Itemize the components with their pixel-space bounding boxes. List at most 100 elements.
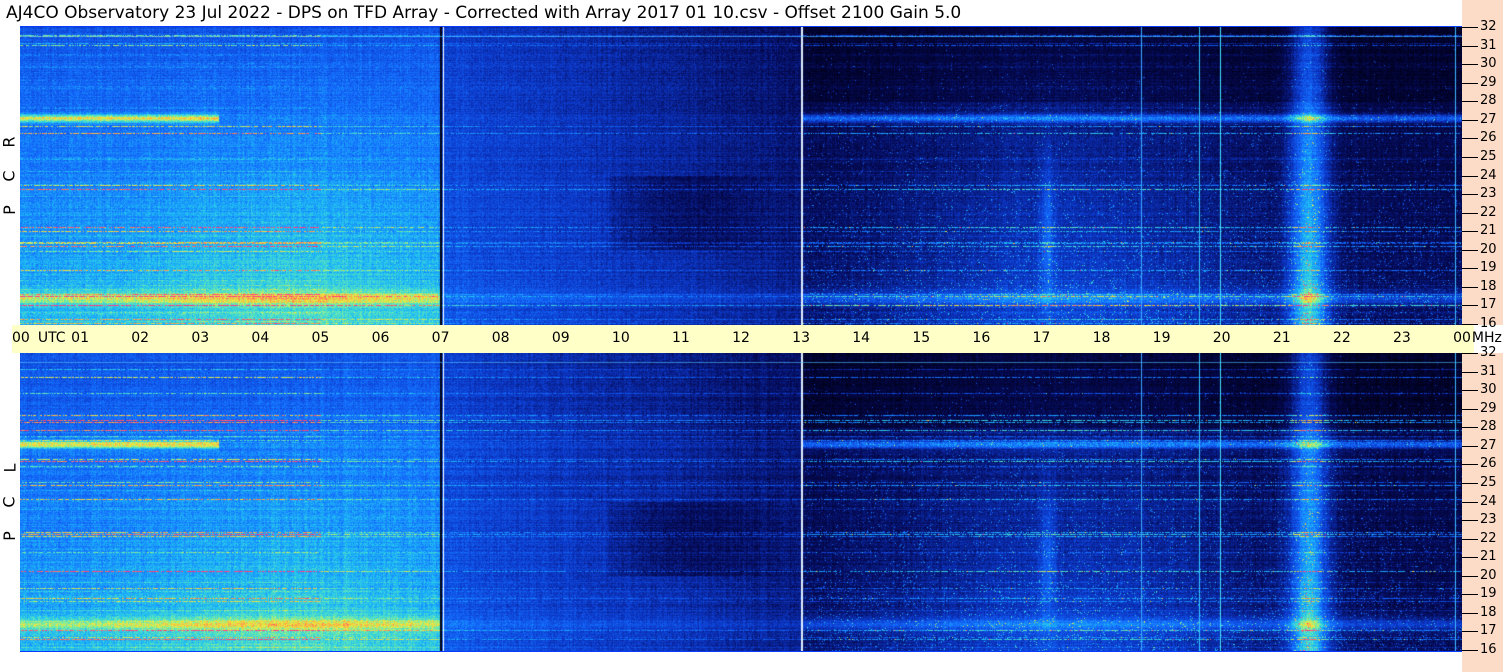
time-tick-label: 03 xyxy=(191,330,210,346)
frequency-tick-label: 27 xyxy=(1480,112,1497,127)
time-tick-label: 00 xyxy=(1453,330,1471,346)
frequency-tick-label: 18 xyxy=(1480,279,1497,294)
time-tick-label: 20 xyxy=(1212,330,1231,346)
frequency-tick xyxy=(1462,446,1478,447)
lcp-spectrogram-canvas xyxy=(20,353,1462,651)
frequency-tick-label: 17 xyxy=(1480,297,1497,312)
lcp-panel-label: L C P xyxy=(0,353,20,651)
frequency-tick-label: 23 xyxy=(1480,512,1497,527)
time-tick-label: 01 xyxy=(71,330,89,346)
frequency-tick xyxy=(1462,594,1478,595)
time-tick-label: 15 xyxy=(912,330,931,346)
frequency-tick-label: 24 xyxy=(1480,168,1497,183)
time-tick-label: 00 xyxy=(12,330,30,346)
time-tick-label: 13 xyxy=(792,330,810,346)
time-tick-label: 05 xyxy=(311,330,330,346)
frequency-tick xyxy=(1462,250,1478,251)
time-tick-label: 21 xyxy=(1272,330,1291,346)
frequency-tick-label: 28 xyxy=(1480,93,1497,108)
time-axis-unit: UTC xyxy=(37,330,66,346)
frequency-tick xyxy=(1462,502,1478,503)
frequency-tick-label: 20 xyxy=(1480,568,1497,583)
rcp-panel-label: R C P xyxy=(0,27,20,325)
frequency-tick xyxy=(1462,176,1478,177)
frequency-tick-label: 20 xyxy=(1480,242,1497,257)
frequency-tick-label: 26 xyxy=(1480,456,1497,471)
frequency-tick xyxy=(1462,464,1478,465)
frequency-tick xyxy=(1462,213,1478,214)
frequency-tick-label: 28 xyxy=(1480,419,1497,434)
rcp-frequency-axis: 32 31 30 29 28 27 26 25 24 23 22 21 20 19 18 17 16 xyxy=(1462,0,1503,331)
frequency-tick xyxy=(1462,390,1478,391)
frequency-tick-label: 31 xyxy=(1480,38,1497,53)
frequency-tick-label: 27 xyxy=(1480,438,1497,453)
frequency-tick-label: 30 xyxy=(1480,382,1497,397)
frequency-tick xyxy=(1462,194,1478,195)
frequency-tick-label: 22 xyxy=(1480,205,1497,220)
time-tick-label: 10 xyxy=(611,330,630,346)
frequency-tick xyxy=(1462,305,1478,306)
frequency-tick xyxy=(1462,27,1478,28)
frequency-tick xyxy=(1462,539,1478,540)
chart-title: AJ4CO Observatory 23 Jul 2022 - DPS on T… xyxy=(6,3,962,23)
frequency-tick xyxy=(1462,520,1478,521)
frequency-tick xyxy=(1462,268,1478,269)
frequency-tick xyxy=(1462,372,1478,373)
frequency-tick-label: 30 xyxy=(1480,56,1497,71)
frequency-tick xyxy=(1462,324,1478,325)
frequency-tick xyxy=(1462,650,1478,651)
lcp-spectrogram xyxy=(20,353,1462,651)
frequency-tick xyxy=(1462,576,1478,577)
time-tick-label: 22 xyxy=(1332,330,1351,346)
time-tick-label: 07 xyxy=(431,330,450,346)
time-axis: 00 UTC 01 02 03 04 05 06 07 08 09 10 11 12 13 14 15 16 17 1… xyxy=(12,325,1502,353)
frequency-tick xyxy=(1462,353,1478,354)
time-tick-label: 17 xyxy=(1032,330,1051,346)
frequency-tick-label: 19 xyxy=(1480,260,1497,275)
time-tick-label: 16 xyxy=(972,330,991,346)
frequency-tick-label: 17 xyxy=(1480,623,1497,638)
time-tick-label: 12 xyxy=(732,330,750,346)
frequency-tick xyxy=(1462,631,1478,632)
rcp-spectrogram-canvas xyxy=(20,27,1462,325)
time-tick-label: 08 xyxy=(491,330,510,346)
frequency-tick xyxy=(1462,231,1478,232)
frequency-tick xyxy=(1462,287,1478,288)
frequency-tick-label: 32 xyxy=(1480,345,1497,360)
frequency-tick-label: 21 xyxy=(1480,223,1497,238)
time-tick-label: 06 xyxy=(371,330,390,346)
frequency-tick-label: 23 xyxy=(1480,186,1497,201)
frequency-tick-label: 25 xyxy=(1480,149,1497,164)
frequency-tick-label: 16 xyxy=(1480,642,1497,657)
frequency-tick-label: 19 xyxy=(1480,586,1497,601)
frequency-tick xyxy=(1462,120,1478,121)
lcp-frequency-axis: 32 31 30 29 28 27 26 25 24 23 22 21 20 19 18 17 16 xyxy=(1462,346,1503,672)
frequency-tick xyxy=(1462,83,1478,84)
frequency-tick-label: 24 xyxy=(1480,494,1497,509)
frequency-tick-label: 21 xyxy=(1480,549,1497,564)
time-tick-label: 14 xyxy=(852,330,871,346)
frequency-tick-label: 32 xyxy=(1480,19,1497,34)
time-tick-label: 02 xyxy=(131,330,150,346)
time-tick-label: 11 xyxy=(672,330,690,346)
frequency-tick xyxy=(1462,427,1478,428)
frequency-tick-label: 29 xyxy=(1480,401,1497,416)
time-tick-label: 23 xyxy=(1393,330,1411,346)
frequency-tick-label: 26 xyxy=(1480,130,1497,145)
frequency-tick xyxy=(1462,557,1478,558)
time-tick-label: 18 xyxy=(1092,330,1111,346)
time-tick-label: 09 xyxy=(551,330,570,346)
frequency-tick xyxy=(1462,409,1478,410)
time-tick-label: 04 xyxy=(251,330,270,346)
frequency-tick xyxy=(1462,157,1478,158)
frequency-tick-label: 16 xyxy=(1480,316,1497,331)
frequency-tick-label: 18 xyxy=(1480,605,1497,620)
frequency-tick xyxy=(1462,64,1478,65)
frequency-tick xyxy=(1462,138,1478,139)
frequency-tick xyxy=(1462,101,1478,102)
frequency-tick xyxy=(1462,483,1478,484)
frequency-tick-label: 31 xyxy=(1480,364,1497,379)
frequency-tick-label: 22 xyxy=(1480,531,1497,546)
rcp-spectrogram xyxy=(20,27,1462,325)
frequency-tick-label: 29 xyxy=(1480,75,1497,90)
